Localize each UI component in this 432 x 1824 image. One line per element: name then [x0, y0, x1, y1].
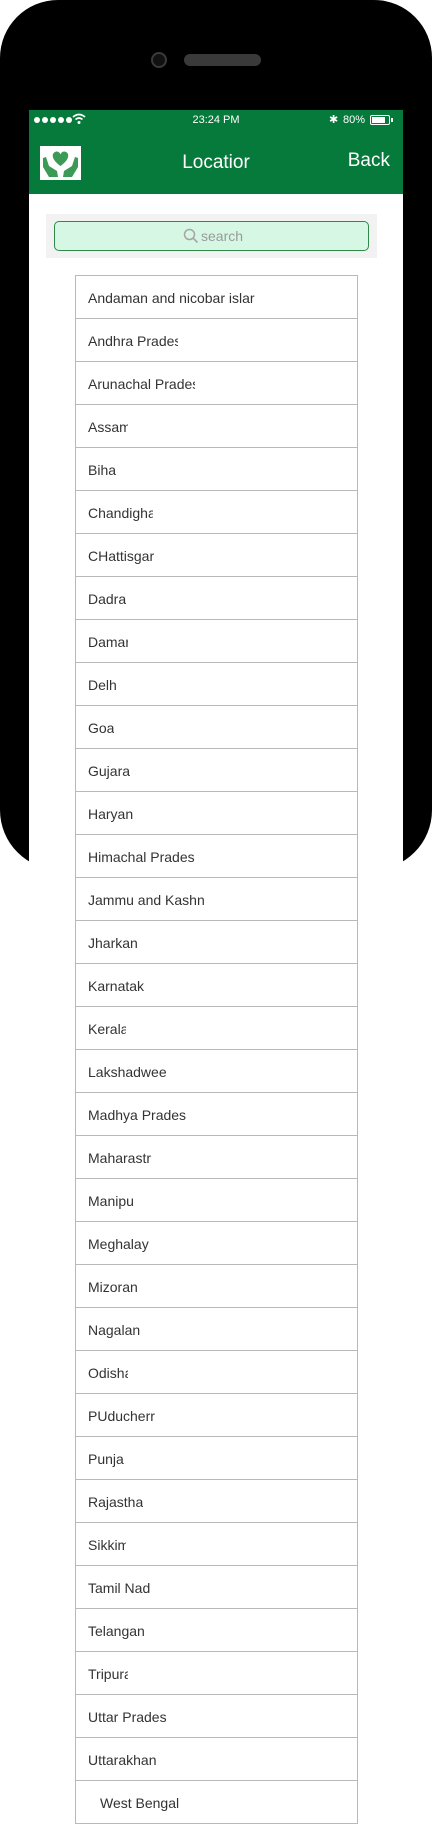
app-screen: 23:24 PM ✱ 80% Locatior Back search Anda…	[29, 110, 403, 1824]
state-label: Mizoran	[88, 1279, 138, 1295]
state-label: Arunachal Prades	[88, 376, 195, 392]
state-list-item[interactable]: Himachal Prades	[76, 835, 357, 878]
state-list-item[interactable]: Lakshadwee	[76, 1050, 357, 1093]
state-list-item[interactable]: Jammu and Kashn	[76, 878, 357, 921]
state-label: Dadra	[88, 591, 127, 607]
search-placeholder: search	[201, 228, 244, 244]
state-list-item[interactable]: Gujara	[76, 749, 357, 792]
state-label: PUducherr	[88, 1408, 155, 1424]
state-label: Telangan	[88, 1623, 145, 1639]
search-icon	[183, 228, 199, 244]
state-label: Delh	[88, 677, 117, 693]
state-list-item[interactable]: Kerala	[76, 1007, 357, 1050]
state-label: Karnatak	[88, 978, 145, 994]
state-label: Sikkim	[88, 1537, 126, 1553]
speaker-grille	[184, 54, 261, 66]
state-label: Manipu	[88, 1193, 134, 1209]
state-label: Goa	[88, 720, 115, 736]
camera-icon	[151, 52, 167, 68]
state-label: CHattisgar	[88, 548, 155, 564]
state-label: Punjal	[88, 1451, 124, 1467]
state-list-item[interactable]: Arunachal Prades	[76, 362, 357, 405]
state-list-item[interactable]: CHattisgar	[76, 534, 357, 577]
status-bar: 23:24 PM ✱ 80%	[29, 110, 403, 132]
state-list-item[interactable]: Tripura	[76, 1652, 357, 1695]
state-list-item[interactable]: Damar	[76, 620, 357, 663]
state-label: Jharkan	[88, 935, 138, 951]
state-list-item[interactable]: Biha	[76, 448, 357, 491]
state-label: Andaman and nicobar islar	[88, 290, 255, 306]
bluetooth-icon: ✱	[329, 114, 339, 126]
state-list-item[interactable]: West Bengal	[76, 1781, 357, 1824]
state-label: Jammu and Kashn	[88, 892, 205, 908]
state-list-item[interactable]: Meghalay	[76, 1222, 357, 1265]
state-label: Tripura	[88, 1666, 128, 1682]
state-label: Uttarakhan	[88, 1752, 157, 1768]
state-list-item[interactable]: Mizoran	[76, 1265, 357, 1308]
state-list-item[interactable]: Haryan	[76, 792, 357, 835]
state-list-item[interactable]: Chandigha	[76, 491, 357, 534]
state-list-item[interactable]: Rajastha	[76, 1480, 357, 1523]
back-button[interactable]: Back	[348, 150, 390, 172]
state-label: Meghalay	[88, 1236, 149, 1252]
state-label: Rajastha	[88, 1494, 144, 1510]
state-list-item[interactable]: Tamil Nad	[76, 1566, 357, 1609]
state-list-item[interactable]: Dadra	[76, 577, 357, 620]
state-label: Haryan	[88, 806, 134, 822]
state-label: Kerala	[88, 1021, 126, 1037]
state-label: Odisha	[88, 1365, 128, 1381]
state-label: Damar	[88, 634, 128, 650]
state-list-item[interactable]: Madhya Prades	[76, 1093, 357, 1136]
state-label: Lakshadwee	[88, 1064, 167, 1080]
state-list-item[interactable]: Goa	[76, 706, 357, 749]
state-label: Andhra Prades	[88, 333, 178, 349]
state-label: Uttar Prades	[88, 1709, 167, 1725]
state-list-item[interactable]: Andhra Prades	[76, 319, 357, 362]
state-label: Maharastr	[88, 1150, 152, 1166]
state-list-item[interactable]: Manipu	[76, 1179, 357, 1222]
state-list-item[interactable]: Karnatak	[76, 964, 357, 1007]
state-label: Gujara	[88, 763, 131, 779]
state-label: Biha	[88, 462, 117, 478]
battery-icon	[370, 115, 393, 125]
search-input[interactable]: search	[54, 221, 369, 251]
state-label: West Bengal	[100, 1795, 180, 1811]
state-label: Tamil Nad	[88, 1580, 151, 1596]
state-label: Nagalan	[88, 1322, 141, 1338]
state-list-item[interactable]: Delh	[76, 663, 357, 706]
state-list-item[interactable]: Punjal	[76, 1437, 357, 1480]
battery-percentage: 80%	[343, 114, 366, 126]
state-label: Himachal Prades	[88, 849, 195, 865]
state-list-item[interactable]: Uttarakhan	[76, 1738, 357, 1781]
state-list-item[interactable]: Maharastr	[76, 1136, 357, 1179]
state-list-item[interactable]: Telangan	[76, 1609, 357, 1652]
state-label: Madhya Prades	[88, 1107, 187, 1123]
state-list: Andaman and nicobar islar Andhra Prades Ar…	[75, 275, 358, 1824]
state-list-item[interactable]: PUducherr	[76, 1394, 357, 1437]
state-list-item[interactable]: Andaman and nicobar islar	[76, 276, 357, 319]
state-list-item[interactable]: Odisha	[76, 1351, 357, 1394]
state-list-item[interactable]: Jharkan	[76, 921, 357, 964]
state-label: Assam	[88, 419, 128, 435]
state-list-item[interactable]: Nagalan	[76, 1308, 357, 1351]
app-header: Locatior Back	[29, 132, 403, 194]
state-list-item[interactable]: Sikkim	[76, 1523, 357, 1566]
state-label: Chandigha	[88, 505, 153, 521]
search-bar: search	[46, 214, 377, 258]
state-list-item[interactable]: Uttar Prades	[76, 1695, 357, 1738]
state-list-item[interactable]: Assam	[76, 405, 357, 448]
